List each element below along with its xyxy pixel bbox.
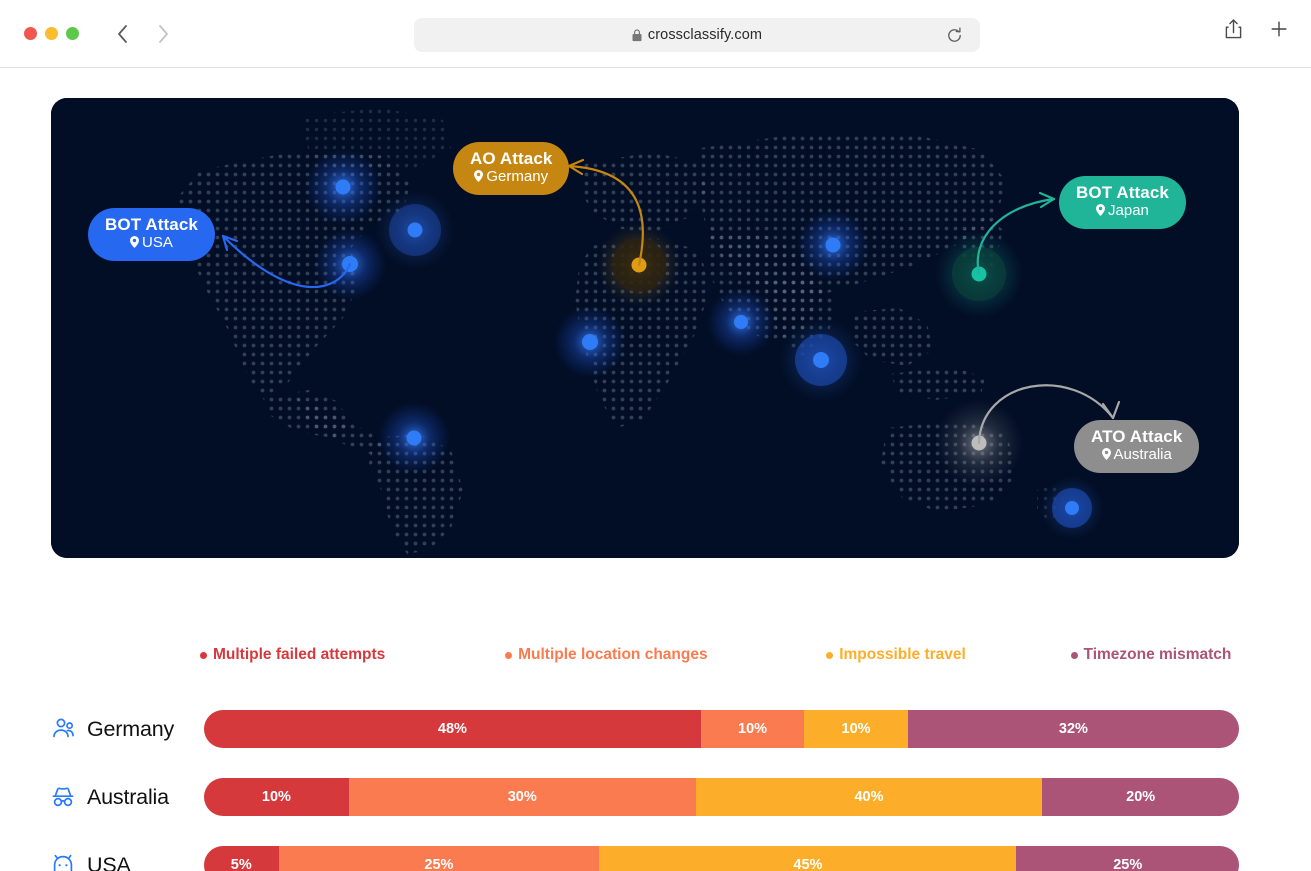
forward-chevron-icon[interactable] — [153, 20, 173, 48]
bar-segment-label: 10% — [841, 721, 871, 737]
chart-row-germany: Germany 48% 10% 10% 32% — [0, 695, 1311, 763]
attack-label-japan-location: Japan — [1076, 202, 1169, 220]
bar-segment-label: 5% — [230, 857, 252, 871]
attack-breakdown-chart: Germany 48% 10% 10% 32% Australia 10% 30… — [0, 695, 1311, 871]
legend-item-timezone-mismatch[interactable]: Timezone mismatch — [1070, 646, 1241, 664]
chart-row-name: Australia — [87, 784, 169, 809]
legend-dot-icon — [1070, 651, 1078, 659]
bar-segment[interactable]: 32% — [907, 710, 1239, 748]
navigation-buttons — [113, 20, 173, 48]
stacked-bar-usa[interactable]: 5% 25% 45% 25% — [204, 846, 1239, 871]
bar-segment[interactable]: 48% — [204, 710, 701, 748]
bar-segment[interactable]: 10% — [204, 778, 349, 816]
bar-segment-label: 30% — [507, 789, 537, 805]
bar-segment-label: 40% — [854, 789, 884, 805]
chart-row-australia: Australia 10% 30% 40% 20% — [0, 763, 1311, 831]
attack-label-germany[interactable]: AO Attack Germany — [453, 142, 570, 195]
browser-titlebar: crossclassify.com — [0, 0, 1311, 68]
map-pin-icon — [474, 170, 484, 183]
bar-segment[interactable]: 25% — [278, 846, 600, 871]
bar-segment[interactable]: 25% — [1016, 846, 1239, 871]
attack-label-usa-location: USA — [105, 234, 198, 252]
bar-segment[interactable]: 40% — [695, 778, 1043, 816]
lock-icon — [632, 28, 642, 42]
attack-label-usa-location-text: USA — [142, 234, 173, 252]
legend-item-multiple-location-changes[interactable]: Multiple location changes — [505, 646, 826, 664]
attack-label-japan[interactable]: BOT Attack Japan — [1059, 176, 1186, 229]
close-window-button[interactable] — [24, 27, 37, 40]
attack-label-australia-title: ATO Attack — [1091, 427, 1183, 446]
attack-label-australia-location: Australia — [1091, 446, 1182, 464]
bar-segment[interactable]: 20% — [1042, 778, 1239, 816]
url-text: crossclassify.com — [647, 27, 763, 43]
plus-icon[interactable] — [1269, 19, 1289, 39]
page-content: BOT Attack USA AO Attack Germany BOT Att… — [0, 68, 1311, 871]
map-pin-icon — [1096, 204, 1106, 217]
chart-row-label-australia: Australia — [50, 784, 169, 810]
maximize-window-button[interactable] — [66, 27, 79, 40]
users-group-icon — [50, 716, 76, 742]
attack-label-usa-title: BOT Attack — [105, 215, 198, 234]
map-pin-icon — [1101, 448, 1111, 461]
bar-segment-label: 48% — [437, 721, 467, 737]
attack-label-germany-location: Germany — [470, 168, 552, 186]
stacked-bar-australia[interactable]: 10% 30% 40% 20% — [204, 778, 1239, 816]
bar-segment-label: 20% — [1126, 789, 1156, 805]
legend-dot-icon — [200, 651, 207, 659]
map-pin-icon — [130, 236, 140, 249]
bar-segment[interactable]: 30% — [348, 778, 696, 816]
legend-label: Timezone mismatch — [1083, 646, 1232, 663]
chart-row-usa: USA 5% 25% 45% 25% — [0, 831, 1311, 871]
attack-label-usa[interactable]: BOT Attack USA — [88, 208, 215, 261]
world-attack-map[interactable]: BOT Attack USA AO Attack Germany BOT Att… — [51, 98, 1239, 558]
address-bar-content: crossclassify.com — [632, 27, 762, 43]
legend-item-multiple-failed-attempts[interactable]: Multiple failed attempts — [200, 646, 505, 664]
bar-segment[interactable]: 5% — [204, 846, 279, 871]
stacked-bar-germany[interactable]: 48% 10% 10% 32% — [204, 710, 1239, 748]
chart-row-name: Germany — [87, 716, 175, 741]
bar-segment[interactable]: 10% — [700, 710, 805, 748]
legend-item-impossible-travel[interactable]: Impossible travel — [826, 646, 1070, 664]
attack-label-japan-title: BOT Attack — [1076, 183, 1169, 202]
toolbar-right — [1224, 18, 1289, 40]
chart-row-label-germany: Germany — [50, 716, 174, 742]
share-icon[interactable] — [1224, 18, 1243, 40]
reload-icon[interactable] — [946, 27, 963, 44]
legend-label: Multiple failed attempts — [213, 646, 386, 663]
minimize-window-button[interactable] — [45, 27, 58, 40]
bar-segment[interactable]: 45% — [599, 846, 1017, 871]
legend-dot-icon — [826, 651, 834, 659]
bar-segment-label: 10% — [261, 789, 291, 805]
android-robot-icon — [50, 852, 76, 871]
bar-segment-label: 10% — [738, 721, 768, 737]
attack-label-japan-location-text: Japan — [1108, 202, 1149, 220]
bar-segment[interactable]: 10% — [804, 710, 908, 748]
attack-label-australia[interactable]: ATO Attack Australia — [1074, 420, 1200, 473]
bar-segment-label: 25% — [424, 857, 454, 871]
legend-label: Multiple location changes — [518, 646, 708, 663]
attack-label-germany-title: AO Attack — [470, 149, 553, 168]
chart-legend: Multiple failed attempts Multiple locati… — [200, 646, 1240, 664]
attack-label-australia-location-text: Australia — [1113, 446, 1172, 464]
back-chevron-icon[interactable] — [113, 20, 133, 48]
bar-segment-label: 45% — [793, 857, 823, 871]
incognito-icon — [50, 784, 76, 810]
attack-label-germany-location-text: Germany — [486, 168, 549, 186]
bar-segment-label: 25% — [1113, 857, 1143, 871]
chart-row-label-usa: USA — [50, 852, 131, 871]
address-bar[interactable]: crossclassify.com — [414, 18, 980, 52]
legend-label: Impossible travel — [839, 646, 966, 663]
map-graphics — [51, 98, 1239, 558]
browser-window: crossclassify.com BOT Attack USA AO Atta… — [0, 0, 1311, 871]
bar-segment-label: 32% — [1058, 721, 1088, 737]
legend-dot-icon — [505, 651, 513, 659]
window-controls — [24, 27, 79, 40]
chart-row-name: USA — [87, 852, 131, 871]
